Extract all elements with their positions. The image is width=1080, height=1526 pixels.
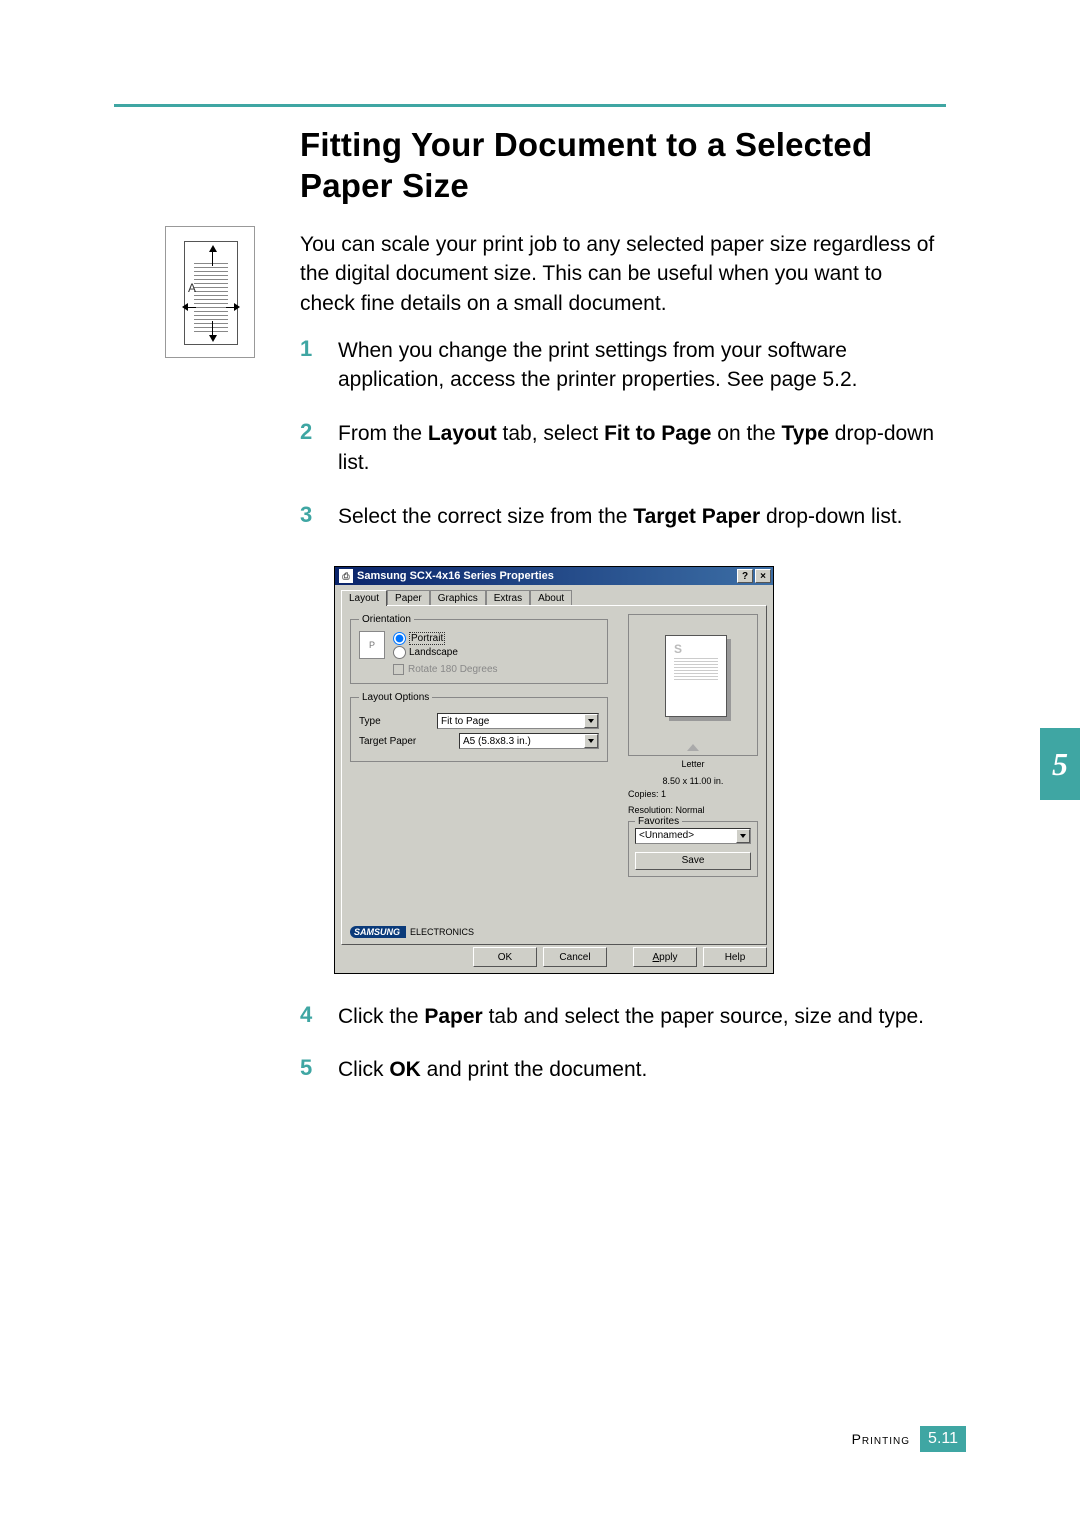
target-paper-label: Target Paper (359, 736, 437, 747)
intro-text: You can scale your print job to any sele… (300, 230, 940, 318)
save-button[interactable]: Save (635, 852, 751, 870)
layout-options-group: Layout Options Type Fit to Page Target P… (350, 692, 608, 762)
step-body: Click OK and print the document. (338, 1055, 940, 1084)
tab-about[interactable]: About (530, 590, 572, 606)
step-body: Select the correct size from the Target … (338, 502, 940, 531)
step-text: When you change the print settings from … (338, 339, 857, 391)
preview-box: S (628, 614, 758, 756)
brand-logo: SAMSUNG ELECTRONICS (350, 926, 474, 938)
steps-after-list: 4 Click the Paper tab and select the pap… (300, 1002, 940, 1109)
radio-portrait-input[interactable] (393, 632, 406, 645)
step-number: 3 (300, 502, 338, 531)
radio-portrait[interactable]: Portrait (393, 632, 458, 645)
printer-icon: ⎙ (339, 569, 353, 583)
step-number: 1 (300, 336, 338, 395)
step-text: From the (338, 422, 428, 445)
top-rule (114, 104, 946, 107)
step-3: 3 Select the correct size from the Targe… (300, 502, 940, 531)
chapter-tab: 5 (1040, 728, 1080, 800)
bold: Paper (424, 1005, 482, 1028)
step-number: 2 (300, 419, 338, 478)
bold: Target Paper (633, 505, 760, 528)
chevron-down-icon[interactable] (736, 829, 750, 843)
favorites-group: Favorites <Unnamed> Save (628, 821, 758, 877)
bold: Layout (428, 422, 497, 445)
preview-paper-name: Letter (628, 756, 758, 773)
cancel-button[interactable]: Cancel (543, 947, 607, 967)
preview-paper-dims: 8.50 x 11.00 in. (628, 773, 758, 790)
orientation-group: Orientation P Portrait Landscape Rotate … (350, 614, 608, 684)
dialog-title: Samsung SCX-4x16 Series Properties (357, 570, 554, 582)
ok-button[interactable]: OK (473, 947, 537, 967)
step-text: Select the correct size from the (338, 505, 633, 528)
printer-properties-dialog: ⎙ Samsung SCX-4x16 Series Properties ? ×… (334, 566, 774, 974)
orientation-icon: P (359, 631, 385, 659)
dialog-button-row: OK Cancel Apply Help (341, 947, 767, 967)
tab-extras[interactable]: Extras (486, 590, 530, 606)
type-label: Type (359, 716, 437, 727)
chevron-up-icon (687, 744, 699, 751)
close-button[interactable]: × (755, 569, 771, 583)
fit-page-diagram: A (165, 226, 255, 358)
brand-sub: ELECTRONICS (410, 927, 474, 937)
tab-strip: Layout Paper Graphics Extras About (335, 585, 773, 605)
bold: Type (782, 422, 829, 445)
step-body: When you change the print settings from … (338, 336, 940, 395)
dialog-titlebar: ⎙ Samsung SCX-4x16 Series Properties ? × (335, 567, 773, 585)
type-dropdown[interactable]: Fit to Page (437, 713, 599, 729)
layout-options-legend: Layout Options (359, 692, 432, 703)
orientation-legend: Orientation (359, 614, 414, 625)
radio-landscape[interactable]: Landscape (393, 646, 458, 659)
step-5: 5 Click OK and print the document. (300, 1055, 940, 1084)
tab-layout[interactable]: Layout (341, 590, 387, 606)
favorites-legend: Favorites (635, 816, 682, 827)
step-body: Click the Paper tab and select the paper… (338, 1002, 940, 1031)
apply-button[interactable]: Apply (633, 947, 697, 967)
tab-paper[interactable]: Paper (387, 590, 430, 606)
rotate-label: Rotate 180 Degrees (408, 664, 498, 675)
page-title: Fitting Your Document to a Selected Pape… (300, 124, 940, 207)
step-number: 5 (300, 1055, 338, 1084)
preview-pane: S Letter 8.50 x 11.00 in. Copies: 1 Reso… (628, 614, 758, 877)
tab-graphics[interactable]: Graphics (430, 590, 486, 606)
step-4: 4 Click the Paper tab and select the pap… (300, 1002, 940, 1031)
type-value: Fit to Page (441, 716, 489, 727)
help-button[interactable]: Help (703, 947, 767, 967)
diagram-label-a: A (188, 281, 196, 295)
steps-list: 1 When you change the print settings fro… (300, 336, 940, 555)
step-2: 2 From the Layout tab, select Fit to Pag… (300, 419, 940, 478)
radio-landscape-input[interactable] (393, 646, 406, 659)
step-body: From the Layout tab, select Fit to Page … (338, 419, 940, 478)
step-1: 1 When you change the print settings fro… (300, 336, 940, 395)
footer-page-box: 5.11 (920, 1426, 966, 1452)
rotate-checkbox-row: Rotate 180 Degrees (393, 664, 599, 675)
rotate-checkbox[interactable] (393, 664, 404, 675)
preview-copies: Copies: 1 (628, 789, 758, 805)
bold: Fit to Page (604, 422, 711, 445)
target-paper-dropdown[interactable]: A5 (5.8x8.3 in.) (459, 733, 599, 749)
favorites-dropdown[interactable]: <Unnamed> (635, 828, 751, 844)
page-footer: Printing 5.11 (852, 1426, 966, 1452)
chevron-down-icon[interactable] (584, 714, 598, 728)
favorites-value: <Unnamed> (639, 830, 694, 841)
chevron-down-icon[interactable] (584, 734, 598, 748)
target-paper-value: A5 (5.8x8.3 in.) (463, 736, 531, 747)
preview-page-icon: S (665, 635, 727, 717)
bold: OK (389, 1058, 421, 1081)
tab-body: Orientation P Portrait Landscape Rotate … (341, 605, 767, 945)
brand-name: SAMSUNG (350, 926, 406, 938)
footer-section: Printing (852, 1431, 910, 1447)
step-number: 4 (300, 1002, 338, 1031)
help-button[interactable]: ? (737, 569, 753, 583)
